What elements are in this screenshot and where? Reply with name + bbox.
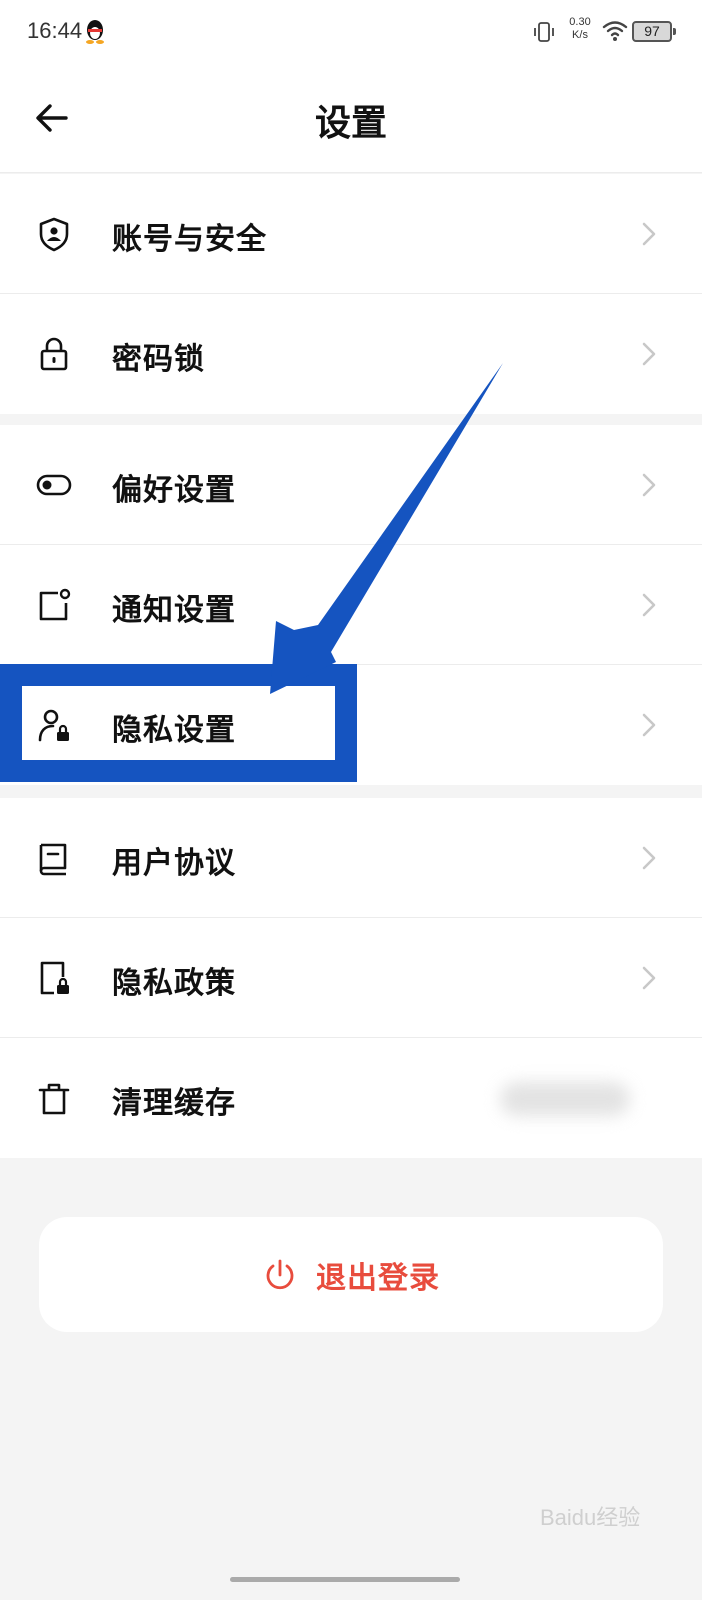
chevron-right-icon [642, 593, 656, 617]
watermark: Baidu经验 [540, 1505, 641, 1530]
settings-group-account: 账号与安全 密码锁 [0, 174, 702, 414]
vibrate-icon [534, 22, 554, 42]
settings-item-notifications[interactable]: 通知设置 [0, 545, 702, 665]
settings-item-privacy-policy[interactable]: 隐私政策 [0, 918, 702, 1038]
chevron-right-icon [642, 846, 656, 870]
settings-item-label: 用户协议 [112, 846, 236, 881]
net-speed: 0.30 K/s [565, 16, 595, 42]
chevron-right-icon [642, 713, 656, 737]
top-bar: 设置 [0, 70, 702, 173]
settings-item-label: 偏好设置 [112, 473, 236, 508]
chevron-right-icon [642, 342, 656, 366]
highlight-box [0, 664, 357, 782]
settings-item-user-agreement[interactable]: 用户协议 [0, 798, 702, 918]
status-bar: 16:44 0.30 K/s 97 [0, 0, 702, 70]
logout-button[interactable]: 退出登录 [39, 1217, 663, 1332]
book-icon [39, 843, 67, 876]
notification-icon [39, 588, 71, 621]
qq-penguin-icon [86, 20, 104, 44]
battery-indicator: 97 [632, 21, 676, 42]
trash-icon [38, 1083, 70, 1115]
chevron-right-icon [642, 222, 656, 246]
settings-item-password-lock[interactable]: 密码锁 [0, 294, 702, 414]
settings-item-label: 隐私政策 [112, 966, 236, 1001]
settings-item-label: 密码锁 [112, 342, 205, 377]
settings-item-preferences[interactable]: 偏好设置 [0, 425, 702, 545]
status-time: 16:44 [27, 18, 83, 43]
home-indicator[interactable] [230, 1577, 460, 1582]
net-speed-value: 0.30 [569, 16, 591, 28]
settings-group-about: 用户协议 隐私政策 清理缓存 [0, 798, 702, 1158]
net-speed-unit: K/s [572, 29, 588, 41]
document-lock-icon [40, 961, 69, 995]
settings-item-clear-cache[interactable]: 清理缓存 [0, 1038, 702, 1158]
toggle-icon [36, 474, 72, 496]
logout-content: 退出登录 [39, 1217, 663, 1332]
wifi-icon [602, 21, 628, 41]
lock-icon [40, 337, 68, 371]
shield-user-icon [39, 217, 69, 252]
cache-size-value-blurred [500, 1082, 630, 1116]
logout-label: 退出登录 [316, 1260, 440, 1296]
settings-item-account-security[interactable]: 账号与安全 [0, 174, 702, 294]
chevron-right-icon [642, 473, 656, 497]
settings-item-label: 清理缓存 [112, 1086, 236, 1121]
settings-item-label: 通知设置 [112, 593, 236, 628]
page-title: 设置 [314, 103, 387, 144]
settings-item-label: 账号与安全 [112, 222, 267, 257]
chevron-right-icon [642, 966, 656, 990]
power-icon [266, 1259, 294, 1289]
